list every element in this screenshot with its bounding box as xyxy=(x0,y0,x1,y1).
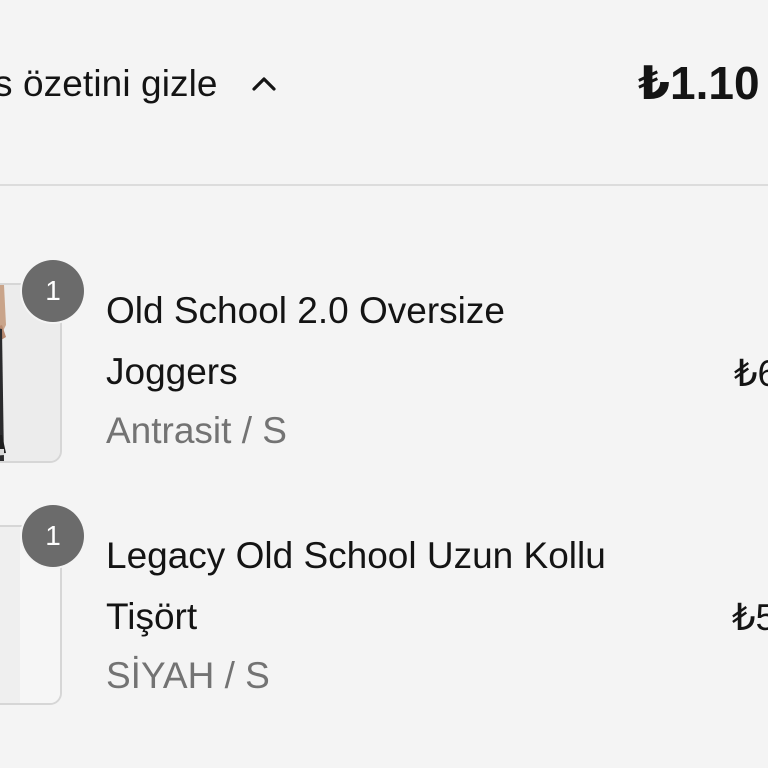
item-name-line: Tişört xyxy=(106,596,198,637)
order-summary-header: s özetini gizle ₺1.10 xyxy=(0,0,768,186)
quantity-badge: 1 xyxy=(22,260,84,322)
item-name-line: Legacy Old School Uzun Kollu xyxy=(106,535,606,576)
item-price: ₺6 xyxy=(734,353,768,394)
item-name: Old School 2.0 Oversize Joggers xyxy=(106,280,686,402)
order-summary-page: s özetini gizle ₺1.10 1 Old School 2.0 O… xyxy=(0,0,768,768)
item-name-line: Old School 2.0 Oversize xyxy=(106,290,505,331)
order-total: ₺1.10 xyxy=(638,57,760,109)
hide-order-summary-toggle[interactable]: s özetini gizle xyxy=(0,58,286,110)
item-price: ₺5 xyxy=(732,597,768,638)
item-name: Legacy Old School Uzun Kollu Tişört xyxy=(106,525,686,647)
toggle-label: s özetini gizle xyxy=(0,63,218,104)
quantity-badge: 1 xyxy=(22,505,84,567)
item-variant: Antrasit / S xyxy=(106,410,287,451)
item-variant: SİYAH / S xyxy=(106,655,270,696)
item-name-line: Joggers xyxy=(106,351,238,392)
chevron-up-icon xyxy=(242,62,286,106)
